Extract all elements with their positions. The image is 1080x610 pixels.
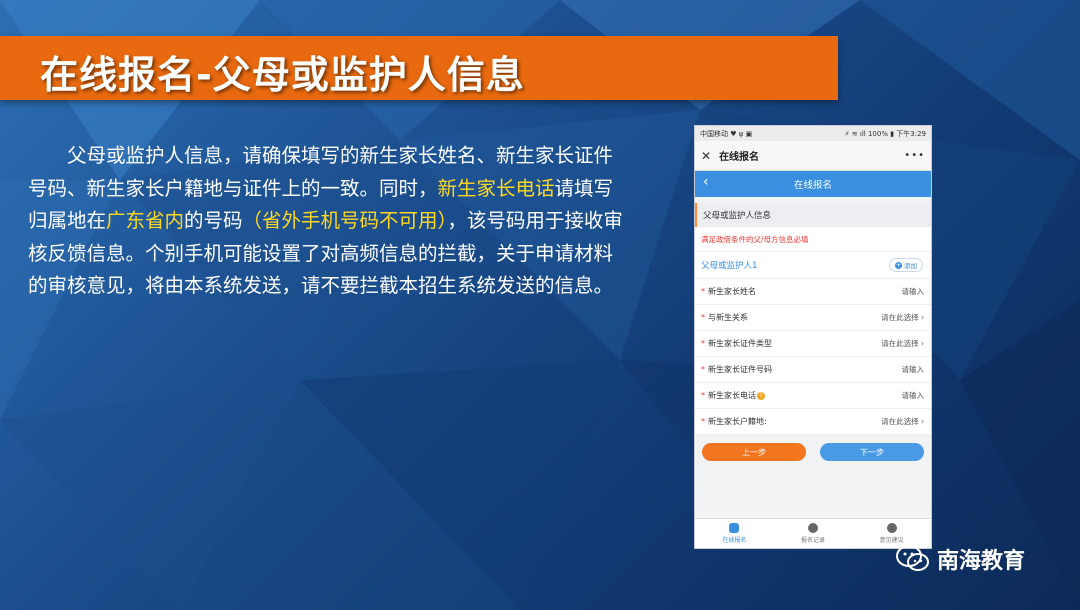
field-value[interactable]: 请输入	[902, 286, 925, 297]
required-notice: 满足政借条件的父/母方信息必填	[695, 227, 931, 252]
feedback-icon	[886, 523, 897, 533]
field-label: * 新生家长证件号码	[701, 364, 772, 375]
brand-name: 南海教育	[937, 549, 1026, 574]
field-label: * 与新生关系	[701, 312, 748, 323]
phone-screenshot: 中国移动 ♥ ψ ▣ ⚡ ≋ ıll 100% ▮ 下午3:29 ✕ 在线报名 …	[694, 125, 932, 549]
status-right: ⚡ ≋ ıll 100% ▮ 下午3:29	[844, 129, 926, 138]
tab-record[interactable]: 报名记录	[774, 519, 853, 548]
record-icon	[808, 523, 818, 533]
field-value[interactable]: 请输入	[902, 390, 925, 401]
field-label: * 新生家长户籍地:	[701, 416, 767, 427]
field-label-text: 新生家长户籍地:	[708, 417, 767, 426]
add-label: 添加	[904, 262, 917, 270]
close-icon[interactable]: ✕	[701, 149, 711, 163]
form-field-row[interactable]: * 新生家长证件类型 请在此选择 ›	[695, 331, 931, 357]
status-left: 中国移动 ♥ ψ ▣	[700, 129, 753, 138]
wechat-icon	[896, 545, 929, 571]
field-value[interactable]: 请在此选择 ›	[881, 312, 924, 323]
field-label-text: 新生家长证件类型	[708, 339, 772, 348]
required-marker: *	[701, 417, 705, 426]
highlighted-text: 广东省内	[106, 209, 185, 232]
form-field-row[interactable]: * 与新生关系 请在此选择 ›	[695, 305, 931, 331]
tab-online-apply[interactable]: 在线报名	[695, 519, 774, 548]
form-field-row[interactable]: * 新生家长证件号码 请输入	[695, 357, 931, 383]
field-label-text: 新生家长证件号码	[708, 365, 772, 374]
paragraph-text: 的号码	[184, 209, 243, 232]
required-marker: *	[701, 391, 705, 400]
slide-title: 在线报名-父母或监护人信息	[40, 53, 525, 97]
field-label-text: 与新生关系	[708, 313, 748, 322]
highlighted-text: 新生家长电话	[437, 176, 555, 200]
highlighted-text: （省外手机号码不可用）	[242, 209, 448, 232]
prev-step-button[interactable]: 上一步	[702, 443, 806, 461]
field-label-text: 新生家长电话	[708, 391, 756, 400]
wechat-title-bar: ✕ 在线报名 •••	[695, 141, 931, 171]
wechat-title: 在线报名	[719, 152, 760, 163]
form-field-row[interactable]: * 新生家长户籍地: 请在此选择 ›	[695, 409, 931, 435]
next-step-button[interactable]: 下一步	[820, 443, 924, 461]
instruction-paragraph: 父母或监护人信息，请确保填写的新生家长姓名、新生家长证件号码、新生家长户籍地与证…	[28, 140, 628, 303]
section-header: 父母或监护人信息	[695, 203, 931, 227]
guardian-row: 父母或监护人1 + 添加	[695, 252, 931, 279]
field-label: * 新生家长证件类型	[701, 338, 772, 349]
app-header: ‹ 在线报名	[695, 171, 931, 197]
guardian-label: 父母或监护人1	[701, 261, 758, 271]
app-title: 在线报名	[793, 180, 832, 191]
field-value[interactable]: 请在此选择 ›	[881, 416, 924, 427]
field-label: * 新生家长姓名	[701, 286, 756, 297]
add-guardian-button[interactable]: + 添加	[889, 258, 923, 272]
field-value[interactable]: 请在此选择 ›	[881, 338, 924, 349]
help-icon[interactable]: ?	[757, 391, 765, 400]
required-marker: *	[701, 287, 705, 296]
field-label-text: 新生家长姓名	[708, 287, 756, 296]
form-fields: * 新生家长姓名 请输入 * 与新生关系 请在此选择 › * 新生家长证件类型 请在此选择 › *…	[695, 279, 931, 435]
tab-label: 在线报名	[722, 537, 747, 544]
tab-label: 报名记录	[801, 537, 826, 544]
required-marker: *	[701, 365, 705, 374]
more-icon[interactable]: •••	[904, 150, 925, 161]
back-chevron-icon[interactable]: ‹	[703, 174, 709, 190]
plus-icon: +	[895, 261, 902, 269]
phone-status-bar: 中国移动 ♥ ψ ▣ ⚡ ≋ ıll 100% ▮ 下午3:29	[695, 126, 931, 141]
field-value[interactable]: 请输入	[902, 364, 925, 375]
required-marker: *	[701, 313, 705, 322]
button-row: 上一步 下一步	[695, 435, 931, 461]
form-field-row[interactable]: * 新生家长姓名 请输入	[695, 279, 931, 305]
required-marker: *	[701, 339, 705, 348]
form-field-row[interactable]: * 新生家长电话? 请输入	[695, 383, 931, 409]
field-label: * 新生家长电话?	[701, 390, 765, 401]
title-bar: 在线报名-父母或监护人信息	[0, 36, 838, 100]
online-apply-icon	[729, 523, 740, 533]
brand-logo: 南海教育	[895, 543, 1025, 575]
